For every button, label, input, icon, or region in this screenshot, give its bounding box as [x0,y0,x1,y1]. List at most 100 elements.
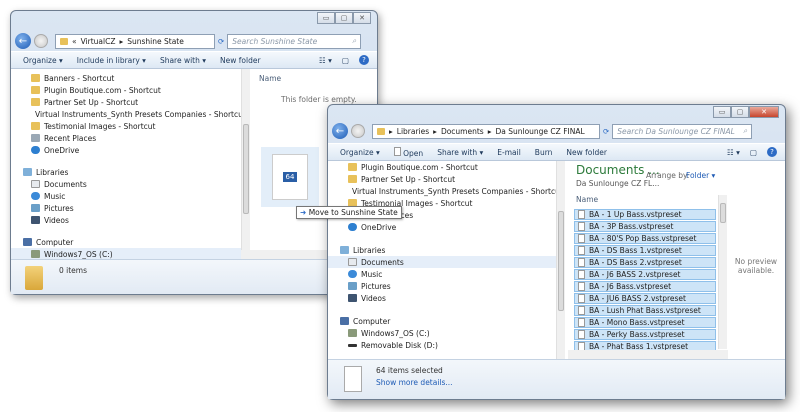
refresh-icon[interactable]: ⟳ [218,37,224,46]
arrange-by-dropdown[interactable]: Folder ▾ [686,171,715,180]
nav-item[interactable]: Partner Set Up - Shortcut [348,173,556,185]
nav-item-windows7-os[interactable]: Windows7_OS (C:) [348,327,556,339]
file-row[interactable]: BA - JU6 BASS 2.vstpreset [574,293,716,304]
share-with-button[interactable]: Share with ▾ [437,148,483,157]
nav-item-libraries[interactable]: Libraries [340,244,556,256]
folder-shortcut-icon [31,98,40,106]
nav-item-onedrive[interactable]: OneDrive [31,144,241,156]
breadcrumb-overflow: « [72,36,77,46]
preview-pane-icon[interactable]: ▢ [342,56,349,65]
breadcrumb-sunshine-state[interactable]: Sunshine State [127,37,184,46]
maximize-button[interactable]: ▢ [335,12,353,24]
file-name: BA - DS Bass 1.vstpreset [589,246,682,255]
file-name: BA - JU6 BASS 2.vstpreset [589,294,686,303]
breadcrumb-folder[interactable]: Da Sunlounge CZ FINAL [495,127,584,136]
explorer-window-da-sunlounge: ▭ ▢ ✕ ← ▸ Libraries ▸ Documents ▸ Da Sunloun… [327,104,786,400]
file-list-scrollbar[interactable] [718,195,727,349]
new-folder-button[interactable]: New folder [566,148,607,157]
nav-item-music[interactable]: Music [348,268,556,280]
nav-item-videos[interactable]: Videos [31,214,241,226]
refresh-icon[interactable]: ⟳ [603,127,609,136]
arrange-by-label: Arrange by: [646,171,690,180]
explorer-window-sunshine-state: ▭ ▢ ✕ ← « VirtualCZ ▸ Sunshine State ⟳ Sea… [10,10,378,295]
nav-item[interactable]: Plugin Boutique.com - Shortcut [31,84,241,96]
file-row[interactable]: BA - 3P Bass.vstpreset [574,221,716,232]
breadcrumb-virtualcz[interactable]: VirtualCZ [81,37,116,46]
minimize-button[interactable]: ▭ [317,12,335,24]
file-row[interactable]: BA - J6 BASS 2.vstpreset [574,269,716,280]
back-button[interactable]: ← [332,123,348,139]
share-with-button[interactable]: Share with ▾ [160,56,206,65]
nav-item-documents[interactable]: Documents [328,256,556,268]
search-input[interactable]: Search Da Sunlounge CZ FINAL ⌕ [612,123,753,139]
nav-item[interactable]: Banners - Shortcut [31,72,241,84]
address-bar[interactable]: « VirtualCZ ▸ Sunshine State [55,33,215,49]
column-header-name[interactable]: Name [259,74,281,83]
close-button[interactable]: ✕ [749,106,779,118]
preview-pane-icon[interactable]: ▢ [750,148,757,157]
file-stack-icon: 64 [272,154,308,200]
nav-item[interactable]: Virtual Instruments_Synth Presets Compan… [31,108,241,120]
breadcrumb-documents[interactable]: Documents [441,127,484,136]
file-icon [578,210,585,219]
nav-item[interactable]: Virtual Instruments_Synth Presets Compan… [348,185,556,197]
nav-scrollbar[interactable] [556,161,565,359]
show-more-details-link[interactable]: Show more details... [376,378,453,387]
organize-button[interactable]: Organize ▾ [23,56,63,65]
nav-item-onedrive[interactable]: OneDrive [348,221,556,233]
onedrive-icon [348,223,357,231]
minimize-button[interactable]: ▭ [713,106,731,118]
command-bar: Organize ▾ Open Share with ▾ E-mail Burn… [328,143,785,161]
nav-scrollbar[interactable] [241,69,250,259]
forward-button[interactable] [351,124,365,138]
nav-item-documents[interactable]: Documents [31,178,241,190]
horizontal-scrollbar[interactable] [568,350,728,359]
nav-item-pictures[interactable]: Pictures [31,202,241,214]
drag-preview: 64 [261,147,319,207]
burn-button[interactable]: Burn [535,148,553,157]
file-row[interactable]: BA - 1 Up Bass.vstpreset [574,209,716,220]
view-options-icon[interactable]: ☷ ▾ [319,56,332,65]
file-row[interactable]: BA - Lush Phat Bass.vstpreset [574,305,716,316]
breadcrumb-libraries[interactable]: Libraries [397,127,429,136]
organize-button[interactable]: Organize ▾ [340,148,380,157]
maximize-button[interactable]: ▢ [731,106,749,118]
nav-item-computer[interactable]: Computer [23,236,241,248]
file-row[interactable]: BA - Mono Bass.vstpreset [574,317,716,328]
file-row[interactable]: BA - J6 Bass.vstpreset [574,281,716,292]
file-row[interactable]: BA - Perky Bass.vstpreset [574,329,716,340]
file-row[interactable]: BA - 80'S Pop Bass.vstpreset [574,233,716,244]
search-input[interactable]: Search Sunshine State ⌕ [227,33,362,49]
help-icon[interactable]: ? [767,147,777,157]
column-header-name[interactable]: Name [576,195,598,204]
nav-item-removable-disk[interactable]: Removable Disk (D:) [348,339,556,351]
nav-item[interactable]: Plugin Boutique.com - Shortcut [348,161,556,173]
nav-item-pictures[interactable]: Pictures [348,280,556,292]
drag-tooltip: ➜ Move to Sunshine State [296,206,402,219]
videos-icon [31,216,40,224]
nav-item-recent-places[interactable]: Recent Places [31,132,241,144]
libraries-icon [340,246,349,254]
email-button[interactable]: E-mail [497,148,521,157]
back-button[interactable]: ← [15,33,31,49]
include-in-library-button[interactable]: Include in library ▾ [77,56,146,65]
document-icon [393,146,401,156]
nav-item-videos[interactable]: Videos [348,292,556,304]
forward-button[interactable] [34,34,48,48]
close-button[interactable]: ✕ [353,12,371,24]
nav-item-computer[interactable]: Computer [340,315,556,327]
file-row[interactable]: BA - DS Bass 1.vstpreset [574,245,716,256]
help-icon[interactable]: ? [359,55,369,65]
command-bar: Organize ▾ Include in library ▾ Share wi… [11,51,377,69]
view-options-icon[interactable]: ☷ ▾ [727,148,740,157]
open-button[interactable]: Open [393,146,423,158]
library-subtitle: Da Sunlounge CZ FL... [576,179,660,188]
nav-item-windows7-os[interactable]: Windows7_OS (C:) [11,248,241,259]
new-folder-button[interactable]: New folder [220,56,261,65]
file-row[interactable]: BA - DS Bass 2.vstpreset [574,257,716,268]
address-bar[interactable]: ▸ Libraries ▸ Documents ▸ Da Sunlounge CZ … [372,123,600,139]
nav-item[interactable]: Testimonial Images - Shortcut [31,120,241,132]
nav-item[interactable]: Partner Set Up - Shortcut [31,96,241,108]
nav-item-libraries[interactable]: Libraries [23,166,241,178]
nav-item-music[interactable]: Music [31,190,241,202]
